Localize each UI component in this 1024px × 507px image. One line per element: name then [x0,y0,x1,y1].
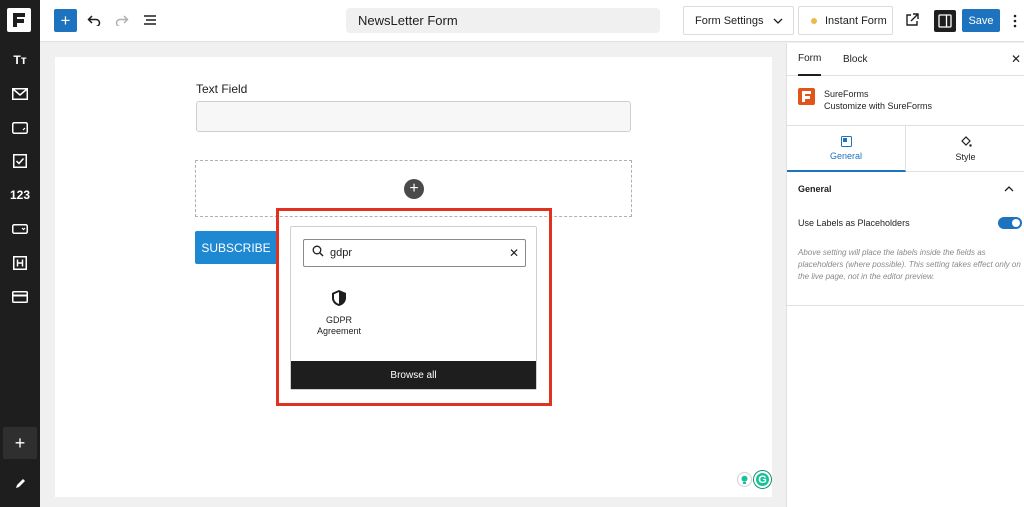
block-inserter-popover: gdpr ✕ GDPR Agreement Browse all [290,226,537,390]
help-text: Above setting will place the labels insi… [798,248,1021,281]
toggle-label: Use Labels as Placeholders [798,218,910,228]
heading-icon[interactable] [0,249,40,277]
kebab-icon[interactable] [1008,10,1022,32]
text-field-label: Text Field [196,82,248,96]
pencil-icon[interactable] [0,470,40,498]
left-sidebar: Tт 123 + [0,0,40,507]
textarea-icon[interactable] [0,114,40,142]
general-section-header[interactable]: General [787,172,1024,206]
sureforms-logo-icon[interactable] [7,8,31,32]
dropdown-icon[interactable] [0,215,40,243]
clear-search-icon[interactable]: ✕ [503,246,525,260]
tab-general-label: General [829,150,863,161]
settings-subtabs: General Style [787,126,1024,172]
panel-tabs: Form Block ✕ [787,43,1024,76]
chevron-down-icon [773,15,783,27]
number-icon[interactable]: 123 [0,181,40,209]
add-block-icon[interactable]: + [404,179,424,199]
block-search-input[interactable]: gdpr ✕ [303,239,526,267]
labels-placeholder-toggle[interactable] [998,217,1022,229]
section-title: General [798,184,832,194]
tab-style-label: Style [955,152,976,162]
gdpr-agreement-block[interactable]: GDPR Agreement [309,289,369,349]
tab-block[interactable]: Block [843,43,867,76]
brand-name: SureForms [824,89,869,99]
search-icon [312,244,324,262]
sureforms-brand-icon [798,88,815,105]
mail-icon[interactable] [0,80,40,108]
shield-icon [332,290,346,306]
block-item-label: GDPR Agreement [316,315,362,336]
save-button[interactable]: Save [962,9,1000,32]
checkbox-icon[interactable] [0,147,40,175]
instant-form-button[interactable]: Instant Form [798,6,893,35]
text-field-input[interactable] [196,101,631,132]
sidebar-toggle-icon[interactable] [934,10,956,32]
status-dot-icon [811,17,817,24]
chevron-up-icon [1004,184,1014,194]
list-view-icon[interactable] [140,10,160,30]
paint-bucket-icon [960,136,972,147]
tab-general[interactable]: General [787,126,906,172]
tab-style[interactable]: Style [906,126,1024,172]
general-icon [840,135,852,147]
form-settings-label: Form Settings [695,14,764,27]
block-inserter-button[interactable]: + [54,9,77,32]
add-field-button[interactable]: + [3,427,37,459]
labels-placeholder-setting: Use Labels as Placeholders [798,215,1022,231]
tab-form[interactable]: Form [798,43,822,76]
form-title-field[interactable]: NewsLetter Form [346,8,660,33]
typography-icon[interactable]: Tт [0,46,40,74]
undo-icon[interactable] [84,10,104,30]
redo-icon[interactable] [112,10,132,30]
form-settings-button[interactable]: Form Settings [683,6,794,35]
settings-panel: Form Block ✕ SureForms Customize with Su… [786,43,1024,507]
divider [787,305,1024,306]
subscribe-button[interactable]: SUBSCRIBE [195,231,277,264]
brand-row: SureForms Customize with SureForms [787,76,1024,126]
instant-form-label: Instant Form [825,14,887,27]
search-value: gdpr [330,247,353,259]
browse-all-button[interactable]: Browse all [291,361,536,389]
close-icon[interactable]: ✕ [1009,52,1023,66]
top-toolbar: + NewsLetter Form Form Settings Instant … [40,0,1024,42]
external-link-icon[interactable] [902,10,922,30]
brand-subtitle: Customize with SureForms [824,101,933,111]
grammarly-icon[interactable]: G [754,471,771,488]
lightbulb-icon[interactable] [737,472,752,487]
card-icon[interactable] [0,283,40,311]
